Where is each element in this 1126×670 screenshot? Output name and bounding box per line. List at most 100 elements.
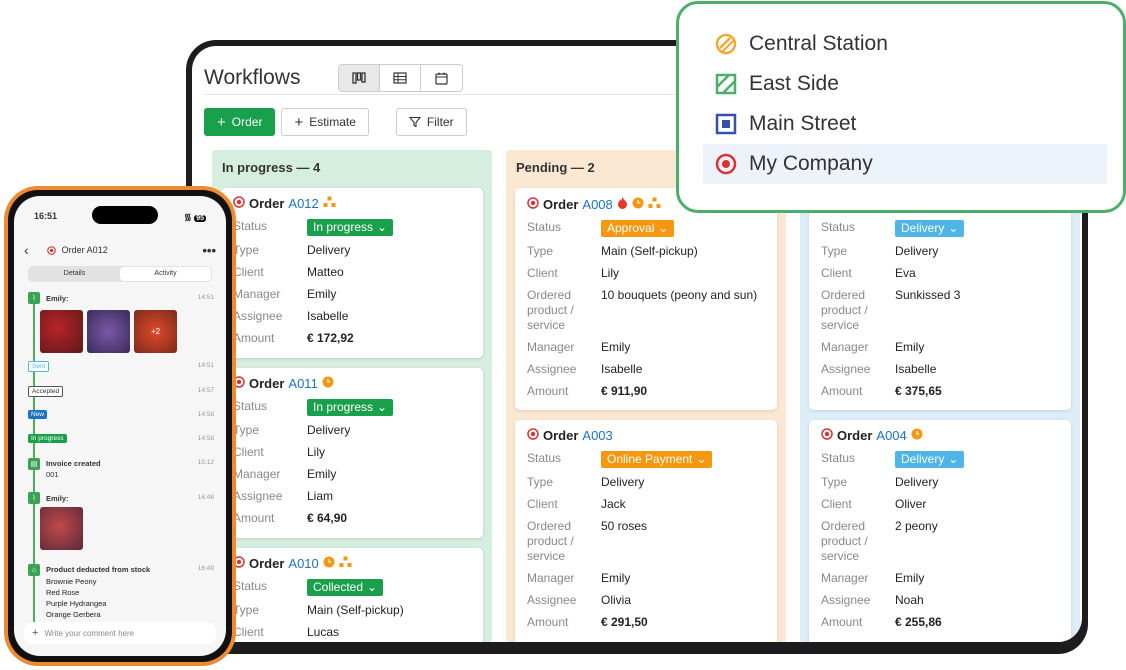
assignee-value: Liam [307,489,334,503]
status-chip: In progress [28,434,67,443]
status-dropdown[interactable]: In progress ⌄ [307,219,394,236]
client-label: Client [233,445,264,459]
type-label: Type [821,475,848,489]
product-value: 10 bouquets (peony and sun) [601,288,758,302]
order-number-link[interactable]: A003 [582,428,612,443]
manager-label: Manager [527,340,575,354]
location-option-main-street[interactable]: Main Street [703,104,1097,144]
status-dropdown[interactable]: Online Payment ⌄ [601,451,713,468]
status-dropdown[interactable]: Delivery ⌄ [895,220,965,237]
event-time: 14:58 [197,435,214,442]
ordered-label-line2: product / [527,303,574,317]
location-picker: Central Station East Side Main Street My… [676,1,1126,213]
kanban-view-button[interactable] [339,65,380,91]
photo-thumbnail[interactable] [40,507,83,550]
action-bar: + Order + Estimate Filter [204,108,467,136]
tab-activity[interactable]: Activity [120,267,211,281]
status-dropdown[interactable]: Delivery ⌄ [895,451,965,468]
activity-photo-event-2: ⌇ Emily: 16:48 [28,492,214,552]
table-view-button[interactable] [380,65,421,91]
add-estimate-button[interactable]: + Estimate [281,108,369,136]
event-time: 15:12 [197,459,214,466]
ordered-label-line2: product / [821,534,868,548]
calendar-icon [435,72,448,85]
ordered-product-label: Ordered product / service [527,288,601,333]
order-card-a008[interactable]: Order A008 Status Approval ⌄ Type Main (Self… [515,188,777,410]
type-value: Delivery [307,423,351,437]
ordered-label-line2: product / [821,303,868,317]
tab-details[interactable]: Details [29,267,120,281]
order-number-link[interactable]: A010 [288,556,318,571]
status-label: Status [821,451,856,465]
activity-invoice-event: ▤ Invoice created 001 15:12 [28,458,214,484]
column-delivery: Status Delivery ⌄ Type Delivery Client Eva O… [800,150,1080,642]
order-card-delivery[interactable]: Status Delivery ⌄ Type Delivery Client Eva O… [809,188,1071,410]
phone-title: Order A012 [46,245,108,255]
flame-icon [617,196,628,212]
order-number-link[interactable]: A011 [288,376,317,391]
more-photos-thumbnail[interactable]: +2 [134,310,177,353]
location-option-my-company[interactable]: My Company [703,144,1107,184]
order-number-link[interactable]: A012 [288,196,318,211]
calendar-view-button[interactable] [421,65,462,91]
status-chip: New [28,410,48,419]
manager-value: Emily [307,467,337,481]
event-title: Invoice created [46,459,101,468]
status-dropdown[interactable]: Approval ⌄ [601,220,675,237]
ordered-label-line1: Ordered [821,519,866,533]
activity-status-accepted: Accepted 14:57 [28,386,214,398]
manager-value: Emily [307,287,337,301]
client-label: Client [527,266,558,280]
type-value: Delivery [307,243,351,257]
warehouse-icon: ⌂ [28,564,40,576]
amount-value: € 911,90 [601,384,648,398]
order-card-a010[interactable]: Order A010 Status Collected ⌄ Type Main (Sel… [221,548,483,642]
chevron-down-icon: ⌄ [948,221,959,235]
location-option-east-side[interactable]: East Side [703,64,1097,104]
manager-label: Manager [233,467,281,481]
plus-icon: + [294,113,304,131]
phone-screen: 16:51 ᯾ 95 ‹ Order A012 ••• Details Acti… [14,196,226,656]
order-card-a003[interactable]: Order A003 Status Online Payment ⌄ Type Deli… [515,420,777,642]
assignee-value: Olivia [601,593,632,607]
back-icon[interactable]: ‹ [24,242,29,258]
target-icon [527,428,539,443]
card-title: Order [543,196,579,212]
chevron-down-icon: ⌄ [948,452,959,466]
location-label: My Company [749,152,873,175]
plus-icon[interactable]: + [32,627,38,639]
comment-input[interactable]: + Write your comment here [24,622,216,644]
client-label: Client [821,266,852,280]
add-order-button[interactable]: + Order [204,108,276,136]
status-value: In progress [313,220,374,234]
client-label: Client [821,497,852,511]
status-value: In progress [313,400,374,414]
location-option-central-station[interactable]: Central Station [703,24,1097,64]
photo-thumbnail[interactable] [87,310,130,353]
order-card-a012[interactable]: Order A012 Status In progress ⌄ Type Deliver… [221,188,483,358]
striped-square-icon [715,73,737,95]
status-dropdown[interactable]: Collected ⌄ [307,579,384,596]
clock-icon [322,376,334,391]
more-options-icon[interactable]: ••• [202,243,216,258]
filter-button[interactable]: Filter [395,108,467,136]
order-card-a004[interactable]: Order A004 Status Delivery ⌄ Type Delivery C… [809,420,1071,642]
status-label: Status [233,219,268,233]
document-icon: ▤ [28,458,40,470]
manager-label: Manager [527,571,575,585]
status-dropdown[interactable]: In progress ⌄ [307,399,394,416]
view-toggle [338,64,463,92]
stock-item: Red Rose [46,588,80,597]
status-label: Status [821,220,856,234]
ordered-label-line2: product / [527,534,574,548]
photo-thumbnail[interactable] [40,310,83,353]
client-value: Lily [601,266,620,280]
order-number-link[interactable]: A008 [582,197,612,212]
ordered-label-line1: Ordered [527,519,572,533]
order-card-a011[interactable]: Order A011 Status In progress ⌄ Type Deliver… [221,368,483,538]
chevron-down-icon: ⌄ [377,220,388,234]
order-number-link[interactable]: A004 [876,428,906,443]
manager-label: Manager [821,340,869,354]
event-author: Emily: [46,294,69,303]
type-value: Delivery [601,475,645,489]
